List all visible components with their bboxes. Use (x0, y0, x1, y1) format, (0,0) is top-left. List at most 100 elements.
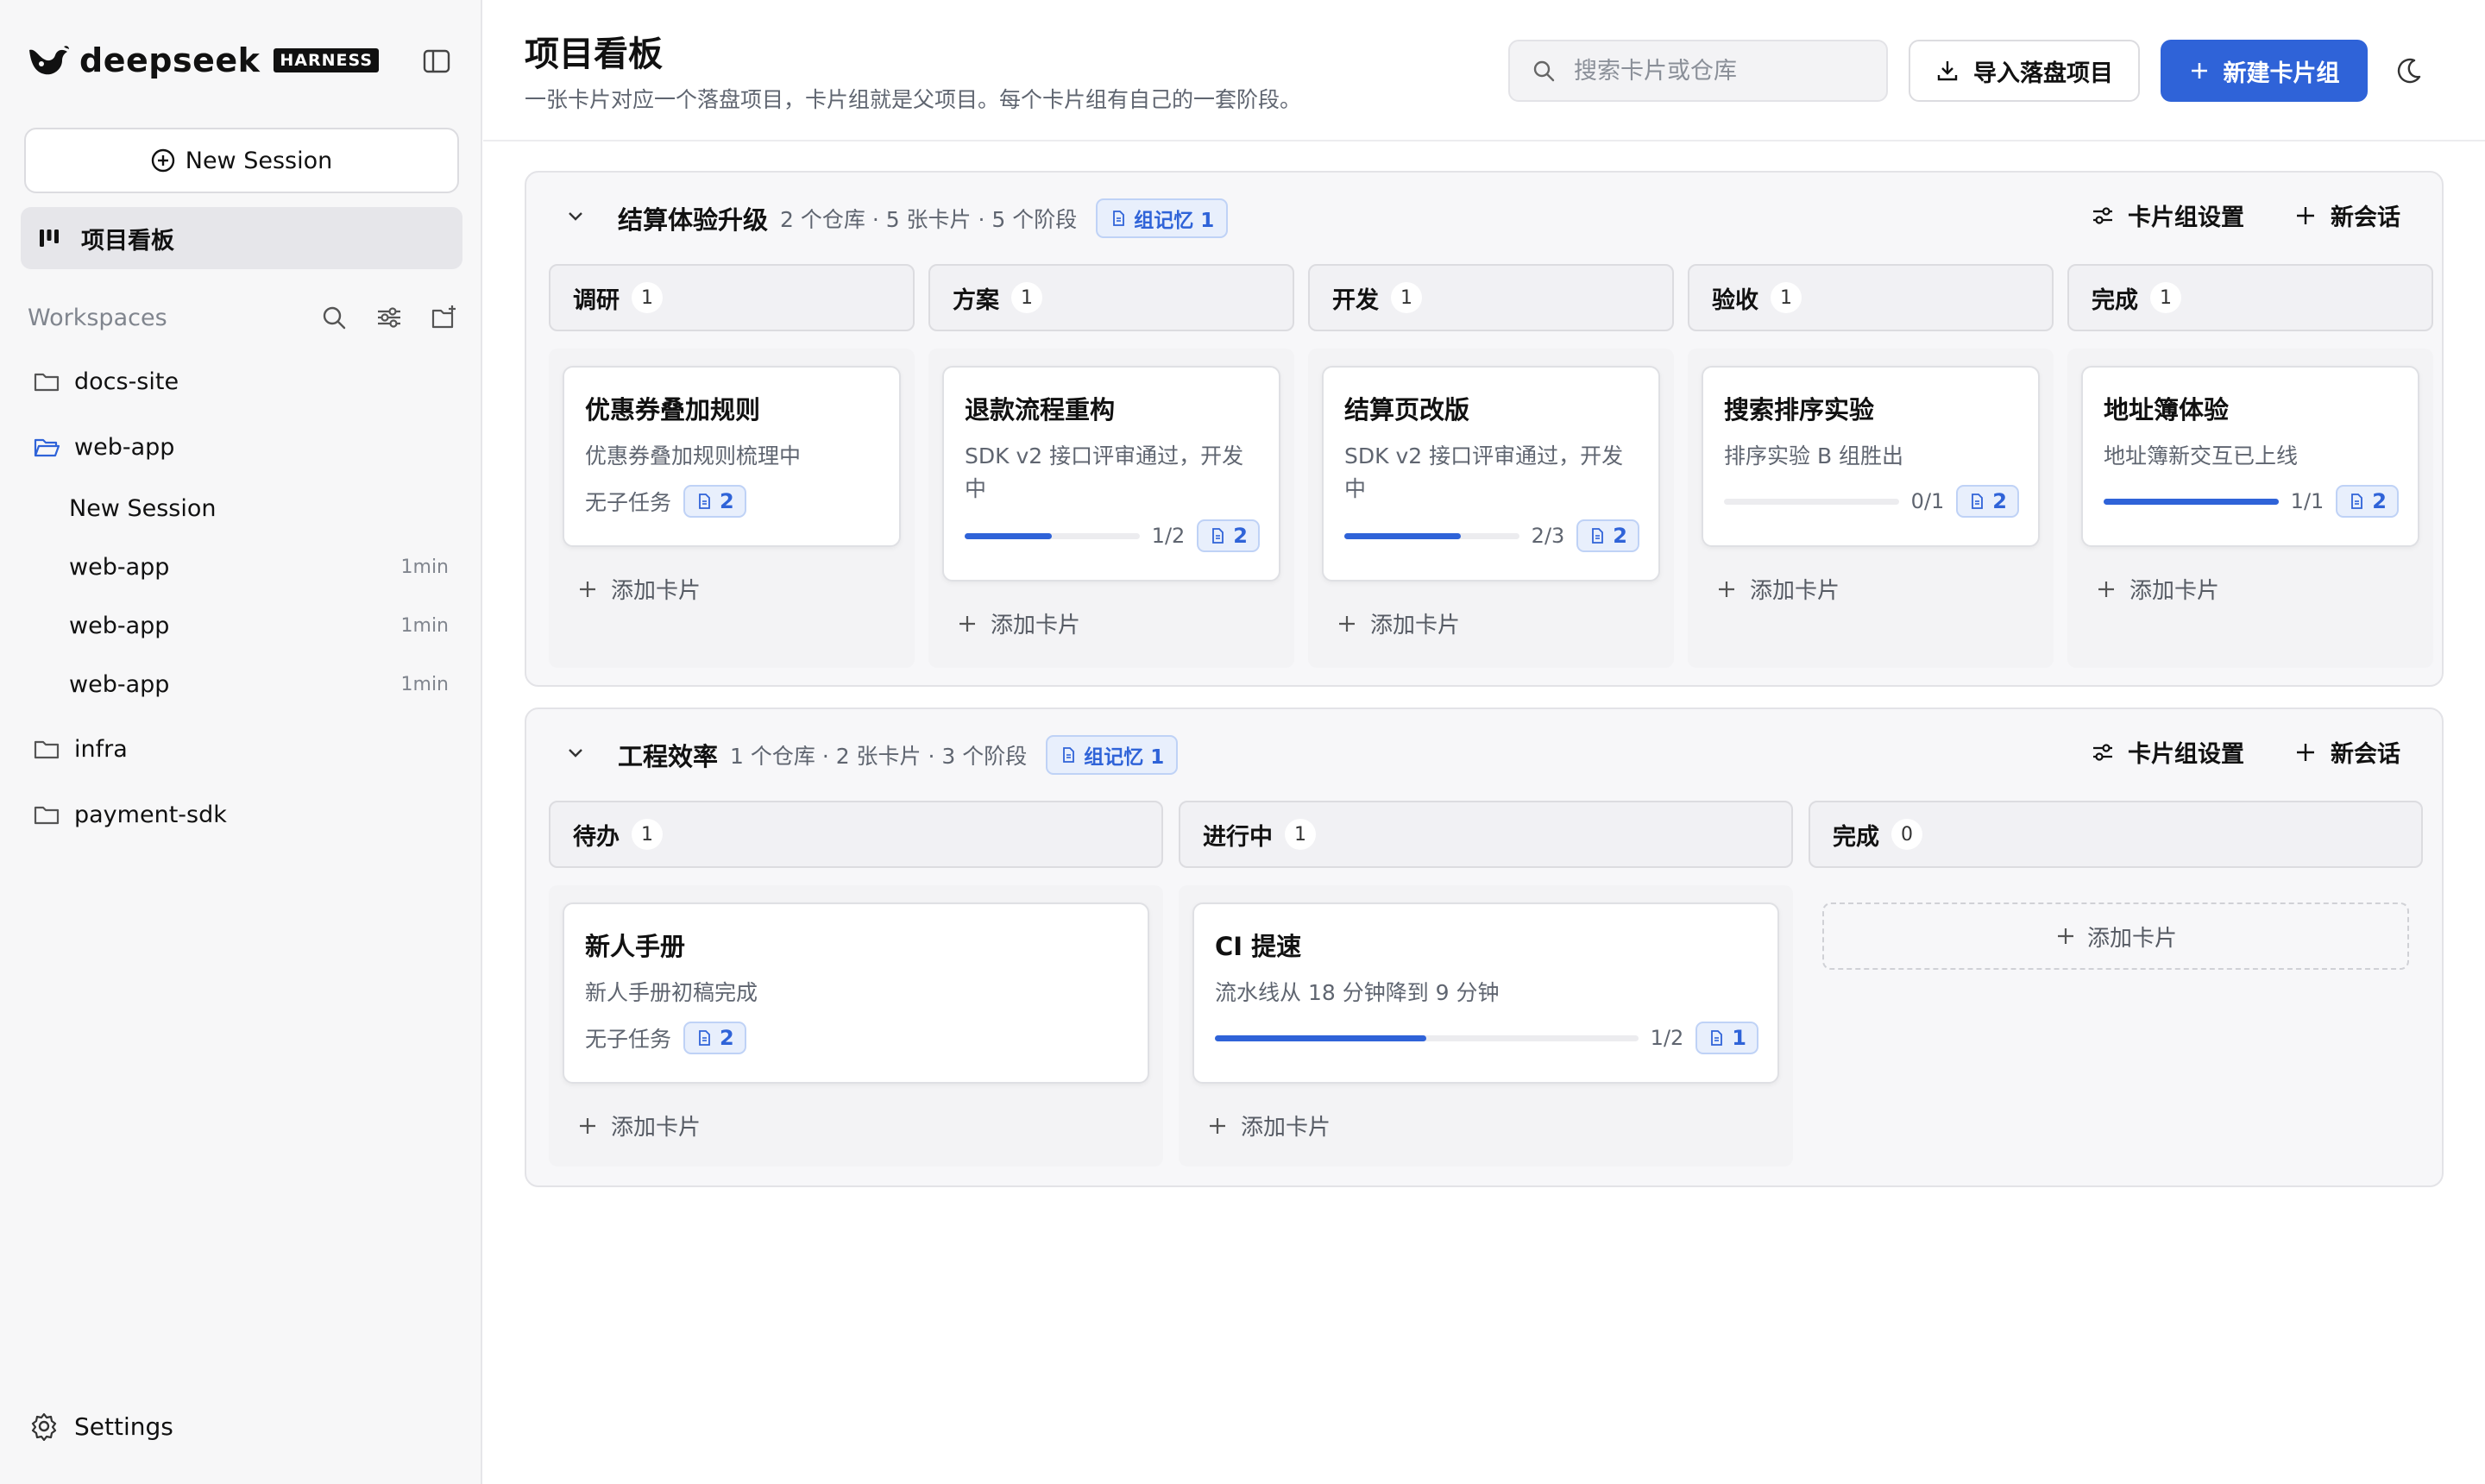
project-card[interactable]: 搜索排序实验 排序实验 B 组胜出 0/1 2 (1702, 366, 2040, 547)
add-card-button[interactable]: 添加卡片 (1822, 902, 2409, 970)
column-count: 1 (632, 819, 663, 850)
doc-count-badge[interactable]: 2 (683, 485, 746, 518)
workspace-infra[interactable]: infra (33, 735, 128, 763)
workspace-docs-site[interactable]: docs-site (33, 368, 179, 395)
project-card[interactable]: 优惠券叠加规则 优惠券叠加规则梳理中 无子任务 2 (563, 366, 901, 547)
new-folder-icon[interactable] (430, 303, 459, 332)
add-card-button[interactable]: 添加卡片 (1336, 607, 1460, 639)
plus-icon (1719, 581, 1734, 597)
column-count: 1 (632, 282, 663, 313)
progress-bar (2104, 498, 2279, 505)
brand-name: deepseek (79, 41, 261, 79)
page-title: 项目看板 (525, 35, 663, 74)
new-chat-button[interactable]: 新会话 (2293, 735, 2400, 769)
session-item[interactable]: web-app 1min (69, 671, 449, 698)
document-icon (1711, 1030, 1723, 1046)
plus-icon (2297, 206, 2314, 224)
no-subtask-label: 无子任务 (585, 490, 672, 515)
session-item[interactable]: web-app 1min (69, 613, 449, 639)
sliders-icon (2093, 743, 2112, 761)
group-memory-badge[interactable]: 组记忆 1 (1046, 735, 1179, 775)
moon-icon[interactable] (2392, 53, 2426, 88)
sidebar: deepseek HARNESS New Session 项目看板 Worksp… (0, 0, 482, 1484)
kanban-icon (40, 230, 59, 247)
column-header: 验收 1 (1688, 264, 2054, 331)
brand[interactable]: deepseek HARNESS (26, 40, 380, 81)
progress-fill (1215, 1034, 1427, 1041)
folder-icon (34, 373, 60, 392)
add-card-button[interactable]: 添加卡片 (956, 607, 1080, 639)
settings-button[interactable]: Settings (29, 1412, 173, 1441)
plus-icon (580, 1117, 595, 1134)
column-count: 1 (2150, 282, 2181, 313)
document-icon (1592, 528, 1604, 544)
search-icon[interactable] (319, 303, 349, 332)
add-card-button[interactable]: 添加卡片 (2095, 573, 2219, 605)
doc-count: 2 (1992, 489, 2007, 513)
add-card-label: 添加卡片 (1241, 1115, 1331, 1141)
group-header: 工程效率 1 个仓库 · 2 张卡片 · 3 个阶段 组记忆 1 卡片组设置 新… (526, 709, 2442, 799)
project-card[interactable]: 结算页改版 SDK v2 接口评审通过，开发中 2/3 2 (1322, 366, 1660, 582)
session-item[interactable]: New Session (69, 495, 449, 522)
search-input[interactable] (1574, 57, 1867, 85)
column-count: 1 (1391, 282, 1422, 313)
add-card-label: 添加卡片 (991, 613, 1081, 638)
workspace-label: payment-sdk (74, 801, 227, 828)
doc-count-badge[interactable]: 2 (1576, 519, 1639, 552)
card-description: SDK v2 接口评审通过，开发中 (1344, 443, 1624, 501)
import-project-button[interactable]: 导入落盘项目 (1909, 40, 2140, 102)
doc-count-badge[interactable]: 2 (683, 1022, 746, 1054)
doc-count-badge[interactable]: 2 (1956, 485, 2019, 518)
group-header: 结算体验升级 2 个仓库 · 5 张卡片 · 5 个阶段 组记忆 1 卡片组设置… (526, 173, 2442, 262)
doc-count-badge[interactable]: 1 (1695, 1022, 1758, 1054)
sidebar-toggle-icon[interactable] (422, 47, 451, 76)
doc-count: 2 (1613, 524, 1627, 548)
new-chat-button[interactable]: 新会话 (2293, 198, 2400, 232)
chevron-down-icon[interactable] (563, 204, 588, 230)
nav-project-board[interactable]: 项目看板 (21, 207, 462, 269)
plus-icon (2098, 581, 2114, 597)
search-box[interactable] (1508, 40, 1888, 102)
session-item[interactable]: web-app 1min (69, 554, 449, 581)
new-session-button[interactable]: New Session (24, 128, 459, 193)
card-description: SDK v2 接口评审通过，开发中 (965, 443, 1244, 501)
group-memory-badge[interactable]: 组记忆 1 (1096, 198, 1229, 238)
group-title: 结算体验升级 (618, 205, 769, 235)
session-time: 1min (400, 556, 449, 578)
column-count: 0 (1891, 819, 1922, 850)
add-card-button[interactable]: 添加卡片 (1206, 1110, 1331, 1141)
add-card-button[interactable]: 添加卡片 (1715, 573, 1840, 605)
column-name: 验收 (1712, 286, 1758, 314)
document-icon (699, 494, 710, 509)
card-description: 排序实验 B 组胜出 (1724, 443, 1904, 468)
project-card[interactable]: CI 提速 流水线从 18 分钟降到 9 分钟 1/2 1 (1192, 902, 1779, 1084)
workspace-label: infra (74, 735, 128, 763)
new-card-group-button[interactable]: 新建卡片组 (2161, 40, 2368, 102)
workspace-payment-sdk[interactable]: payment-sdk (33, 801, 227, 828)
document-icon (2351, 494, 2363, 509)
project-card[interactable]: 地址簿体验 地址簿新交互已上线 1/1 2 (2081, 366, 2419, 547)
document-icon (1063, 747, 1075, 763)
project-card[interactable]: 退款流程重构 SDK v2 接口评审通过，开发中 1/2 2 (942, 366, 1280, 582)
memo-label: 组记忆 1 (1134, 210, 1215, 232)
import-label: 导入落盘项目 (1973, 60, 2113, 87)
card-title: 优惠券叠加规则 (585, 395, 761, 424)
add-card-label: 添加卡片 (1370, 613, 1461, 638)
new-chat-label: 新会话 (2331, 741, 2400, 768)
project-card[interactable]: 新人手册 新人手册初稿完成 无子任务 2 (563, 902, 1149, 1084)
session-label: web-app (69, 613, 170, 639)
doc-count-badge[interactable]: 2 (1197, 519, 1260, 552)
column-name: 待办 (573, 823, 620, 851)
group-settings-button[interactable]: 卡片组设置 (2090, 198, 2244, 232)
filter-sliders-icon[interactable] (374, 303, 404, 332)
workspace-web-app[interactable]: web-app (33, 433, 174, 461)
progress-bar (965, 532, 1140, 539)
add-card-button[interactable]: 添加卡片 (576, 573, 701, 605)
add-card-button[interactable]: 添加卡片 (576, 1110, 701, 1141)
chevron-down-icon[interactable] (563, 740, 588, 766)
doc-count-badge[interactable]: 2 (2336, 485, 2399, 518)
session-label: web-app (69, 671, 170, 698)
group-settings-button[interactable]: 卡片组设置 (2090, 735, 2244, 769)
doc-count: 1 (1732, 1026, 1746, 1050)
doc-count: 2 (2372, 489, 2387, 513)
